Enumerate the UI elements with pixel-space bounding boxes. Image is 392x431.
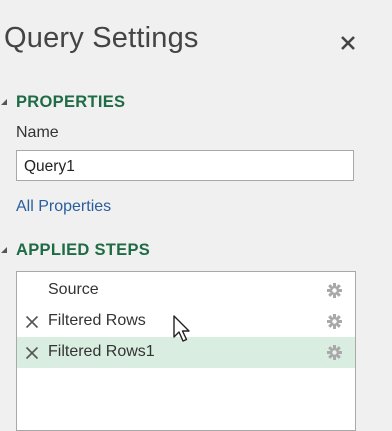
delete-step-icon[interactable]	[25, 346, 39, 360]
step-label: Source	[48, 281, 99, 298]
all-properties-link[interactable]: All Properties	[16, 198, 111, 216]
step-filtered-rows1[interactable]: Filtered Rows1	[17, 337, 355, 368]
step-label: Filtered Rows	[48, 312, 146, 329]
applied-steps-header: APPLIED STEPS	[16, 241, 151, 259]
step-filtered-rows[interactable]: Filtered Rows	[17, 306, 355, 337]
delete-step-icon[interactable]	[25, 315, 39, 329]
close-icon	[341, 36, 355, 50]
step-source[interactable]: Source	[17, 275, 355, 306]
collapse-triangle-icon	[1, 99, 7, 105]
query-name-input[interactable]	[16, 150, 354, 181]
collapse-triangle-icon	[1, 247, 7, 253]
gear-icon[interactable]	[326, 344, 343, 361]
query-settings-pane: Query Settings PROPERTIES Name All Prope…	[0, 0, 392, 431]
gear-icon[interactable]	[326, 282, 343, 299]
gear-icon[interactable]	[326, 313, 343, 330]
applied-steps-list: Source Filtered Rows Filtered Rows1	[16, 271, 356, 431]
name-label: Name	[16, 124, 59, 141]
close-button[interactable]	[338, 33, 360, 55]
properties-header: PROPERTIES	[16, 93, 126, 111]
step-label: Filtered Rows1	[48, 343, 155, 360]
pane-title: Query Settings	[4, 22, 199, 54]
